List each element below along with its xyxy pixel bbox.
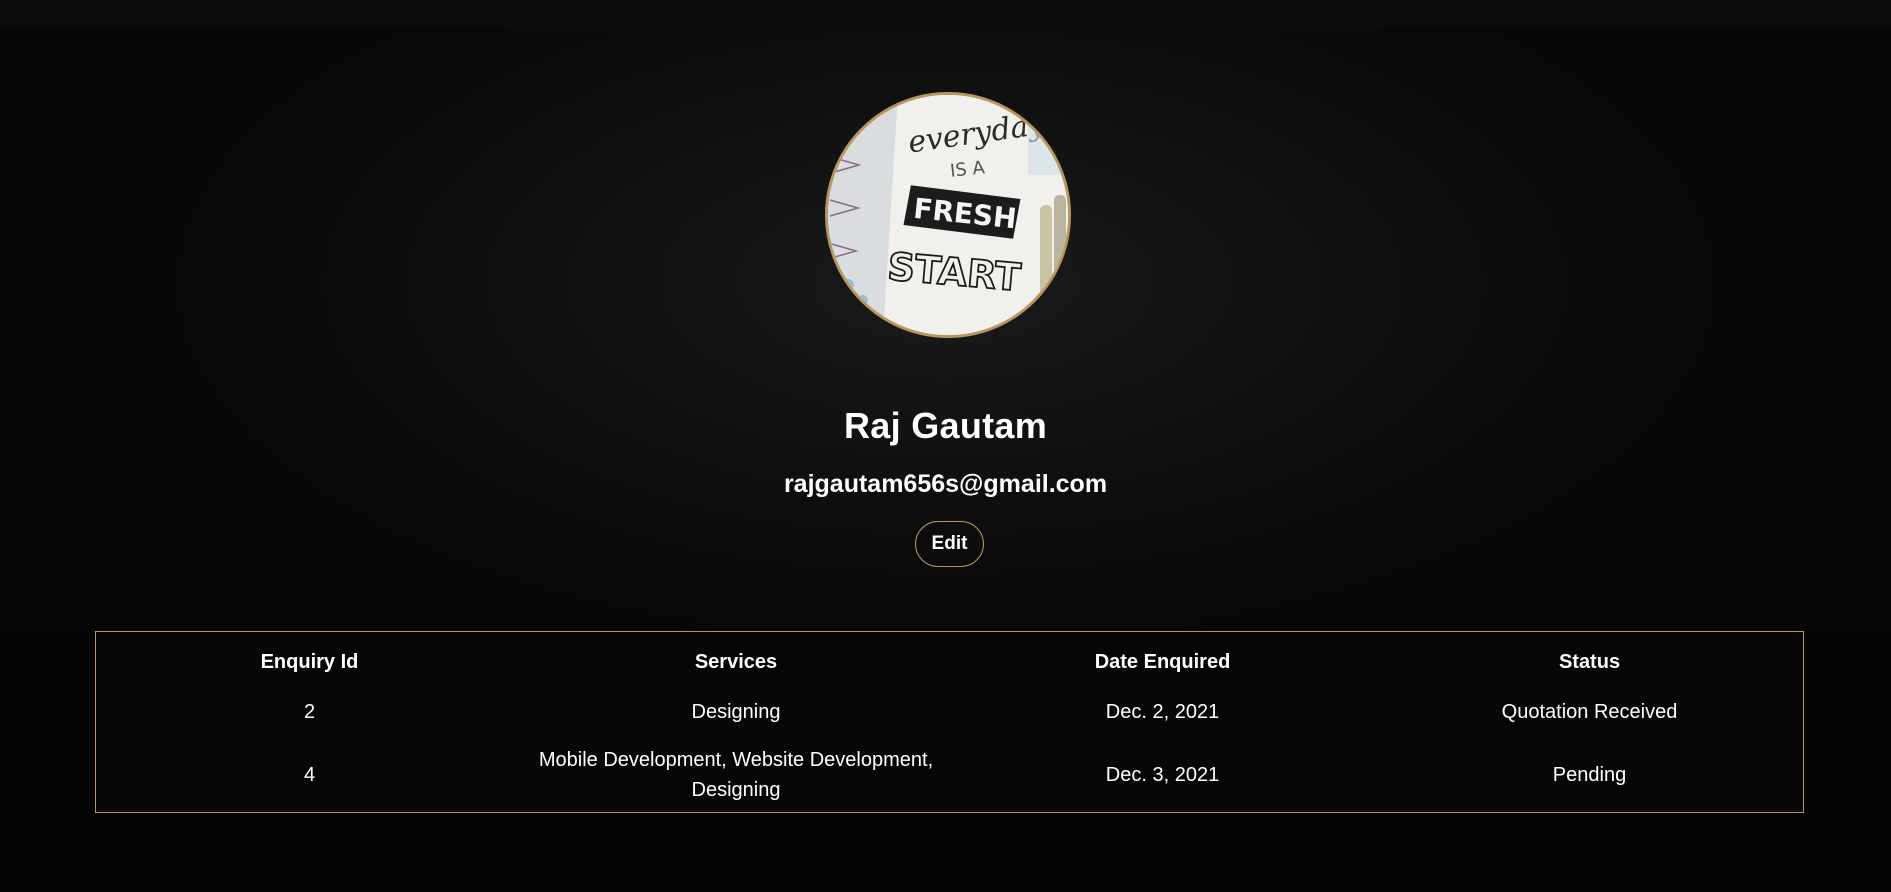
avatar-image: everyday IS A FRESH START — [828, 95, 1068, 335]
column-header-date-enquired: Date Enquired — [1094, 650, 1231, 673]
top-bar — [0, 0, 1891, 29]
enquiries-table: Enquiry Id Services Date Enquired Status… — [95, 631, 1804, 813]
cell-services: Mobile Development, Website Development,… — [523, 736, 949, 814]
table-row: 2 Designing Dec. 2, 2021 Quotation Recei… — [96, 688, 1803, 736]
table-row: 4 Mobile Development, Website Developmen… — [96, 736, 1803, 814]
services-text: Mobile Development, Website Development,… — [538, 749, 934, 801]
cell-status: Pending — [1552, 764, 1627, 786]
column-header-services: Services — [694, 650, 778, 673]
cell-status: Quotation Received — [1501, 701, 1678, 723]
profile-avatar: everyday IS A FRESH START — [825, 92, 1071, 338]
column-header-status: Status — [1558, 650, 1621, 673]
cell-services: Designing — [691, 701, 781, 723]
cell-date-enquired: Dec. 2, 2021 — [1105, 701, 1220, 723]
column-header-enquiry-id: Enquiry Id — [260, 650, 359, 673]
edit-profile-button[interactable]: Edit — [915, 521, 984, 567]
cell-date-enquired: Dec. 3, 2021 — [1105, 764, 1220, 786]
profile-email: rajgautam656s@gmail.com — [783, 470, 1108, 498]
cell-enquiry-id: 2 — [303, 701, 316, 723]
avatar-line-2: IS A — [949, 157, 986, 182]
profile-name: Raj Gautam — [843, 405, 1048, 446]
table-header-row: Enquiry Id Services Date Enquired Status — [96, 632, 1803, 688]
cell-enquiry-id: 4 — [303, 764, 316, 786]
